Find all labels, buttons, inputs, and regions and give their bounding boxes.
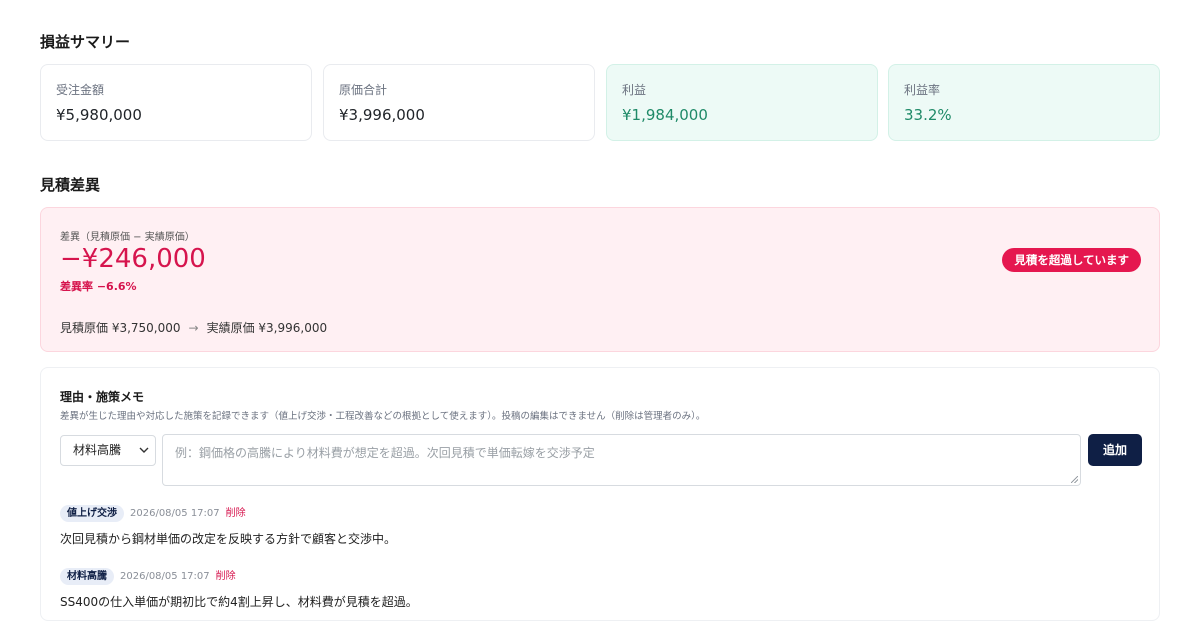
estimate-cost: 見積原価 ¥3,750,000: [60, 321, 181, 335]
reason-category-select[interactable]: 材料高騰: [60, 435, 156, 466]
cost-comparison: 見積原価 ¥3,750,000 → 実績原価 ¥3,996,000: [60, 319, 327, 336]
over-estimate-badge: 見積を超過しています: [1002, 248, 1141, 272]
memo-input[interactable]: 例：鋼価格の高騰により材料費が想定を超過。次回見積で単価転嫁を交渉予定: [162, 434, 1081, 486]
card-label: 利益: [622, 83, 647, 97]
card-profit: 利益 ¥1,984,000: [606, 64, 878, 141]
summary-cards: 受注金額 ¥5,980,000 原価合計 ¥3,996,000 利益 ¥1,98…: [40, 64, 1160, 141]
entry-timestamp: 2026/08/05 17:07: [130, 508, 220, 519]
variance-rate: 差異率 −6.6%: [60, 280, 137, 293]
entry-body: 次回見積から鋼材単価の改定を反映する方針で顧客と交渉中。: [60, 532, 397, 546]
card-value: ¥3,996,000: [339, 106, 425, 124]
entry-timestamp: 2026/08/05 17:07: [120, 571, 210, 582]
card-label: 利益率: [904, 83, 941, 97]
delete-link[interactable]: 削除: [216, 571, 236, 582]
card-value: ¥1,984,000: [622, 106, 708, 124]
card-order-amount: 受注金額 ¥5,980,000: [40, 64, 312, 141]
variance-amount: −¥246,000: [60, 244, 206, 274]
memo-placeholder: 例：鋼価格の高騰により材料費が想定を超過。次回見積で単価転嫁を交渉予定: [175, 446, 595, 460]
card-value: 33.2%: [904, 106, 952, 124]
card-profit-rate: 利益率 33.2%: [888, 64, 1160, 141]
delete-link[interactable]: 削除: [226, 508, 246, 519]
card-value: ¥5,980,000: [56, 106, 142, 124]
entry-tag: 値上げ交渉: [60, 505, 124, 522]
arrow-right-icon: →: [188, 321, 199, 335]
card-label: 受注金額: [56, 83, 105, 97]
entry-tag: 材料高騰: [60, 568, 114, 585]
memo-title: 理由・施策メモ: [60, 390, 145, 404]
memo-description: 差異が生じた理由や対応した施策を記録できます（値上げ交渉・工程改善などの根拠とし…: [60, 411, 706, 422]
variance-subtitle: 差異（見積原価 − 実績原価）: [60, 232, 195, 243]
variance-section-title: 見積差異: [40, 176, 101, 194]
card-label: 原価合計: [339, 83, 388, 97]
profit-summary-title: 損益サマリー: [40, 33, 131, 51]
chevron-down-icon: [139, 436, 149, 477]
memo-panel: 理由・施策メモ 差異が生じた理由や対応した施策を記録できます（値上げ交渉・工程改…: [40, 367, 1160, 621]
resize-handle-icon[interactable]: [1071, 476, 1078, 483]
memo-entry: 値上げ交渉 2026/08/05 17:07 削除 次回見積から鋼材単価の改定を反映…: [60, 501, 396, 547]
variance-panel: 差異（見積原価 − 実績原価） −¥246,000 差異率 −6.6% 見積を超…: [40, 207, 1160, 352]
card-total-cost: 原価合計 ¥3,996,000: [323, 64, 595, 141]
add-button[interactable]: 追加: [1088, 434, 1142, 466]
memo-entry: 材料高騰 2026/08/05 17:07 削除 SS400の仕入単価が期初比で約4…: [60, 564, 418, 610]
select-value: 材料高騰: [73, 443, 122, 457]
actual-cost: 実績原価 ¥3,996,000: [206, 321, 328, 335]
entry-body: SS400の仕入単価が期初比で約4割上昇し、材料費が見積を超過。: [60, 595, 418, 609]
